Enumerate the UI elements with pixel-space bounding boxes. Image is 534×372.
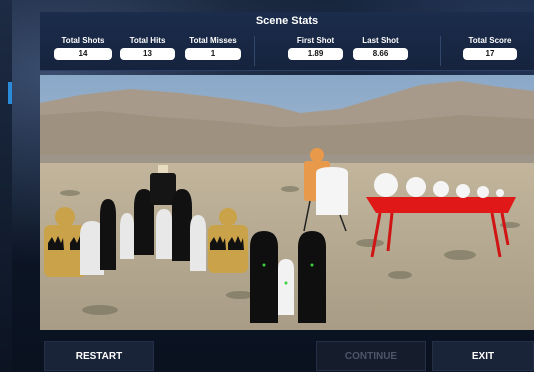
exit-button[interactable]: EXIT: [432, 341, 534, 371]
left-panel-strip: [0, 0, 12, 371]
stat-first-shot: First Shot 1.89: [288, 36, 343, 60]
restart-button[interactable]: RESTART: [44, 341, 154, 371]
continue-button[interactable]: CONTINUE: [316, 341, 426, 371]
panel-title: Scene Stats: [255, 15, 319, 27]
divider: [440, 36, 441, 66]
stat-label: Total Shots: [61, 36, 105, 45]
stat-last-shot: Last Shot 8.66: [353, 36, 408, 60]
stat-value: 8.66: [353, 48, 408, 60]
footer-bar: RESTART CONTINUE EXIT: [40, 337, 534, 371]
scene-stats-panel: Scene Stats Total Shots 14 Total Hits 13…: [40, 12, 534, 71]
stat-value: 1.89: [288, 48, 343, 60]
stat-total-shots: Total Shots 14: [54, 36, 112, 60]
stat-label: Total Misses: [189, 36, 237, 45]
stat-label: Last Shot: [362, 36, 399, 45]
stat-total-hits: Total Hits 13: [120, 36, 175, 60]
stat-total-misses: Total Misses 1: [185, 36, 241, 60]
stat-total-score: Total Score 17: [463, 36, 517, 60]
stat-value: 17: [463, 48, 517, 60]
range-scene-view: [40, 75, 534, 330]
stat-value: 14: [54, 48, 112, 60]
scene-illustration: [40, 75, 534, 330]
stat-label: Total Hits: [129, 36, 166, 45]
stat-value: 1: [185, 48, 241, 60]
stat-label: First Shot: [296, 36, 335, 45]
stat-label: Total Score: [468, 36, 512, 45]
stat-value: 13: [120, 48, 175, 60]
divider: [254, 36, 255, 66]
panel-accent: [8, 82, 12, 104]
